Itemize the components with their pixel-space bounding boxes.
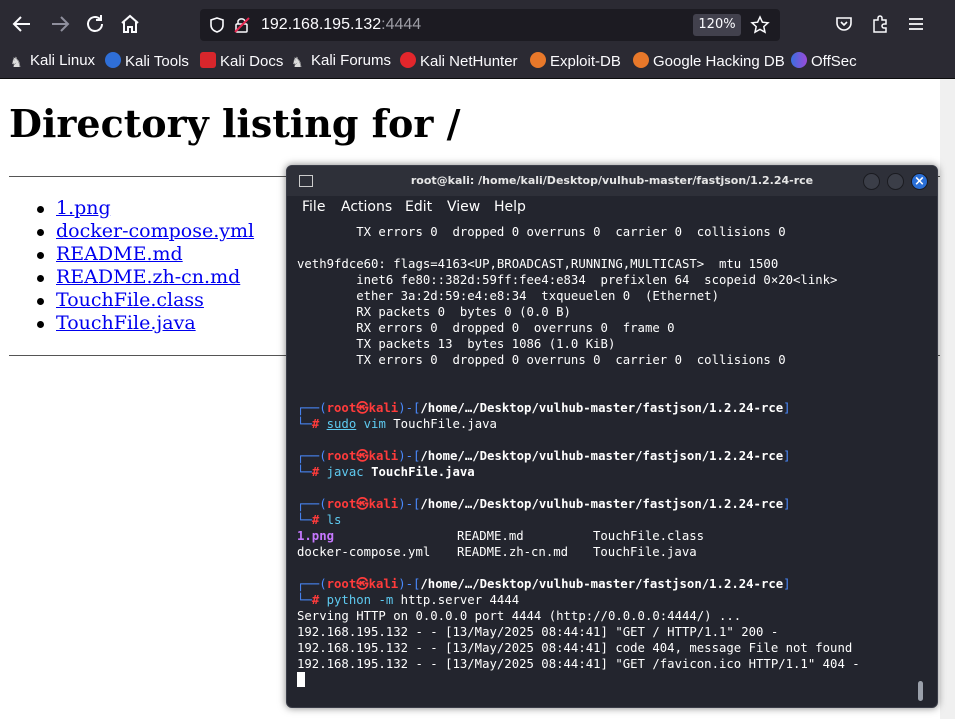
command-line: └─# sudo vim TouchFile.java [297,417,497,431]
terminal-titlebar[interactable]: root@kali: /home/kali/Desktop/vulhub-mas… [287,166,937,196]
extensions-icon[interactable] [870,14,890,34]
command-line: └─# javac TouchFile.java [297,465,475,479]
bookmark-kali-nethunter[interactable]: Kali NetHunter [400,52,518,72]
terminal-title: root@kali: /home/kali/Desktop/vulhub-mas… [410,174,814,187]
terminal-output[interactable]: TX errors 0 dropped 0 overruns 0 carrier… [297,224,927,688]
terminal-line: ether 3a:2d:59:e4:e8:34 txqueuelen 0 (Et… [297,289,719,303]
terminal-scrollbar[interactable] [918,681,923,701]
ghdb-icon [633,52,649,68]
url-bar[interactable]: 192.168.195.132:4444 120% [200,9,780,41]
terminal-line: inet6 fe80::382d:59ff:fee4:e834 prefixle… [297,273,838,287]
list-item: README.md [36,243,254,266]
menu-help[interactable]: Help [494,199,526,215]
insecure-lock-icon[interactable] [233,16,251,34]
ls-output-row: 1.png README.md TouchFile.class [297,529,705,543]
terminal-menubar: File Actions Edit View Help [287,196,937,222]
forward-arrow-icon[interactable] [48,12,72,36]
page-title: Directory listing for / [9,101,461,146]
file-link[interactable]: 1.png [56,197,111,219]
nethunter-icon [400,52,416,68]
terminal-line: 192.168.195.132 - - [13/May/2025 08:44:4… [297,641,853,655]
close-icon: × [914,174,925,189]
terminal-line: 192.168.195.132 - - [13/May/2025 08:44:4… [297,625,779,639]
prompt-line: ┌──(root㉿kali)-[/home/…/Desktop/vulhub-m… [297,401,791,415]
bookmark-kali-forums[interactable]: ♞ Kali Forums [291,52,391,72]
zoom-level-badge[interactable]: 120% [693,14,741,36]
pocket-icon[interactable] [834,14,854,34]
terminal-line: veth9fdce60: flags=4163<UP,BROADCAST,RUN… [297,257,779,271]
prompt-line: ┌──(root㉿kali)-[/home/…/Desktop/vulhub-m… [297,577,791,591]
offsec-icon [791,52,807,68]
reload-icon[interactable] [83,12,107,36]
list-item: 1.png [36,197,254,220]
file-link[interactable]: README.zh-cn.md [56,266,240,288]
terminal-line: Serving HTTP on 0.0.0.0 port 4444 (http:… [297,609,742,623]
file-list: 1.png docker-compose.yml README.md READM… [36,197,254,335]
close-button[interactable]: × [911,173,928,190]
minimize-button[interactable] [863,173,880,190]
terminal-window[interactable]: root@kali: /home/kali/Desktop/vulhub-mas… [286,165,938,708]
list-item: README.zh-cn.md [36,266,254,289]
terminal-cursor [297,672,305,687]
file-link[interactable]: docker-compose.yml [56,220,254,242]
list-item: TouchFile.class [36,289,254,312]
bookmark-offsec[interactable]: OffSec [791,52,857,72]
bookmark-kali-linux[interactable]: ♞ Kali Linux [10,52,95,72]
ls-output-row: docker-compose.yml README.zh-cn.md TouchFi… [297,545,697,559]
home-icon[interactable] [118,12,142,36]
command-line: └─# ls [297,513,342,527]
file-link[interactable]: TouchFile.java [56,312,196,334]
terminal-line: TX packets 13 bytes 1086 (1.0 KiB) [297,337,616,351]
kali-dragon-icon: ♞ [10,54,23,70]
menu-actions[interactable]: Actions [341,199,392,215]
list-item: TouchFile.java [36,312,254,335]
bookmark-google-hacking-db[interactable]: Google Hacking DB [633,52,785,72]
terminal-line: TX errors 0 dropped 0 overruns 0 carrier… [297,225,786,239]
command-line: └─# python -m http.server 4444 [297,593,520,607]
shield-icon[interactable] [208,16,226,34]
file-link[interactable]: README.md [56,243,183,265]
list-item: docker-compose.yml [36,220,254,243]
cursor-line[interactable] [297,672,927,688]
bookmark-kali-tools[interactable]: Kali Tools [105,52,189,72]
maximize-button[interactable] [887,173,904,190]
exploit-db-icon [530,52,546,68]
file-link[interactable]: TouchFile.class [56,289,204,311]
terminal-line: RX errors 0 dropped 0 overruns 0 frame 0 [297,321,675,335]
url-text[interactable]: 192.168.195.132:4444 [261,16,421,34]
terminal-line: TX errors 0 dropped 0 overruns 0 carrier… [297,353,786,367]
menu-edit[interactable]: Edit [405,199,432,215]
kali-dragon-icon: ♞ [291,54,304,70]
menu-view[interactable]: View [447,199,480,215]
prompt-line: ┌──(root㉿kali)-[/home/…/Desktop/vulhub-m… [297,449,791,463]
terminal-line: RX packets 0 bytes 0 (0.0 B) [297,305,571,319]
bookmark-star-icon[interactable] [750,15,770,35]
terminal-line: 192.168.195.132 - - [13/May/2025 08:44:4… [297,657,860,671]
hamburger-menu-icon[interactable] [906,14,926,34]
bookmark-exploit-db[interactable]: Exploit-DB [530,52,621,72]
kali-docs-icon [200,52,216,68]
prompt-line: ┌──(root㉿kali)-[/home/…/Desktop/vulhub-m… [297,497,791,511]
kali-tools-icon [105,52,121,68]
page-scrollbar[interactable] [940,79,955,719]
bookmarks-toolbar: ♞ Kali Linux Kali Tools Kali Docs ♞ Kali F… [0,46,955,79]
menu-file[interactable]: File [302,199,325,215]
browser-toolbar: 192.168.195.132:4444 120% [0,0,955,46]
back-arrow-icon[interactable] [10,12,34,36]
bookmark-kali-docs[interactable]: Kali Docs [200,52,283,72]
